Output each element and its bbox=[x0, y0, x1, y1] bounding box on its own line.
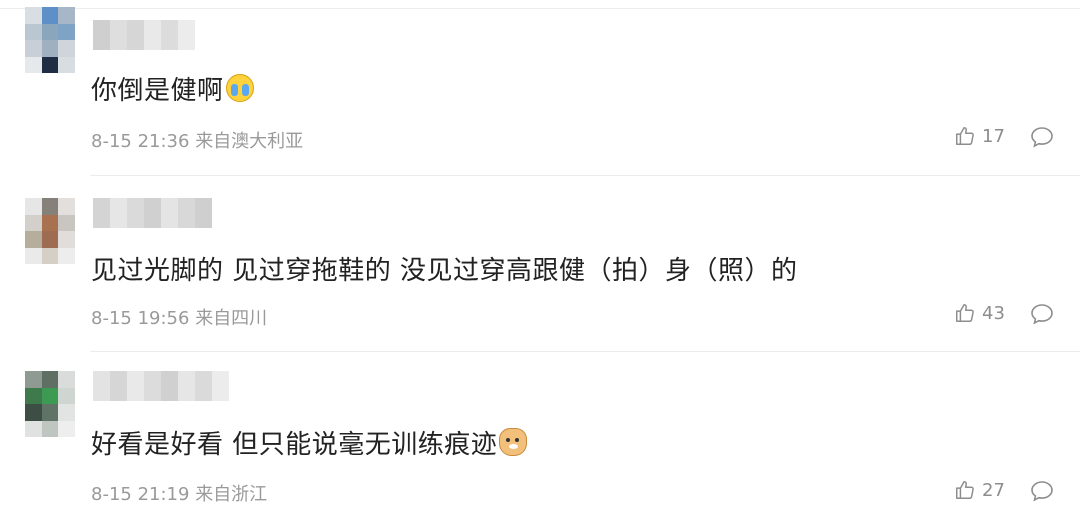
avatar-pixel bbox=[58, 247, 75, 264]
avatar-pixel bbox=[58, 56, 75, 73]
comment-text: 好看是好看 但只能说毫无训练痕迹 bbox=[91, 424, 528, 461]
username-blurred[interactable] bbox=[93, 371, 229, 401]
comment-text: 见过光脚的 见过穿拖鞋的 没见过穿高跟健（拍）身（照）的 bbox=[91, 250, 798, 287]
avatar[interactable] bbox=[25, 371, 75, 437]
username-pixel bbox=[93, 371, 110, 401]
avatar-pixel bbox=[41, 214, 59, 231]
username-pixel bbox=[93, 20, 110, 50]
avatar-pixel bbox=[58, 7, 75, 24]
username-pixel bbox=[127, 198, 144, 228]
avatar-pixel bbox=[41, 56, 59, 73]
username-pixel bbox=[127, 20, 144, 50]
comment-date: 8-15 21:19 bbox=[91, 484, 190, 505]
comment-item: 你倒是健啊 8-15 21:36 来自澳大利亚 17 bbox=[0, 0, 1080, 176]
comment-meta: 8-15 21:36 来自澳大利亚 bbox=[91, 127, 303, 153]
avatar-pixel bbox=[25, 231, 42, 248]
avatar-pixel bbox=[58, 420, 75, 437]
username-pixel bbox=[195, 371, 212, 401]
like-button[interactable]: 17 bbox=[954, 125, 1005, 147]
avatar[interactable] bbox=[25, 198, 75, 264]
comment-location: 来自澳大利亚 bbox=[195, 131, 304, 152]
comment-text-content: 你倒是健啊 bbox=[91, 76, 224, 106]
comment-item: 好看是好看 但只能说毫无训练痕迹 8-15 21:19 来自浙江 27 bbox=[0, 352, 1080, 528]
avatar-pixel bbox=[58, 198, 75, 215]
avatar-pixel bbox=[25, 23, 42, 40]
comment-location: 来自浙江 bbox=[195, 484, 268, 505]
avatar-pixel bbox=[58, 23, 75, 40]
avatar-pixel bbox=[58, 404, 75, 421]
comment-text-content: 好看是好看 但只能说毫无训练痕迹 bbox=[91, 430, 498, 460]
reply-bubble-icon[interactable] bbox=[1030, 480, 1054, 502]
avatar-pixel bbox=[58, 371, 75, 388]
avatar-pixel bbox=[41, 247, 59, 264]
username-pixel bbox=[144, 198, 161, 228]
username-pixel bbox=[195, 198, 212, 228]
comment-meta: 8-15 21:19 来自浙江 bbox=[91, 480, 267, 506]
username-pixel bbox=[110, 20, 127, 50]
username-pixel bbox=[144, 371, 161, 401]
reply-bubble-icon[interactable] bbox=[1030, 303, 1054, 325]
username-pixel bbox=[110, 198, 127, 228]
comment-text: 你倒是健啊 bbox=[91, 70, 254, 107]
avatar-pixel bbox=[41, 23, 59, 40]
comment-text-content: 见过光脚的 见过穿拖鞋的 没见过穿高跟健（拍）身（照）的 bbox=[91, 256, 798, 286]
avatar[interactable] bbox=[25, 7, 75, 73]
avatar-pixel bbox=[41, 231, 59, 248]
avatar-pixel bbox=[58, 40, 75, 57]
username-pixel bbox=[178, 20, 195, 50]
avatar-pixel bbox=[25, 371, 42, 388]
avatar-pixel bbox=[25, 420, 42, 437]
username-pixel bbox=[178, 198, 195, 228]
avatar-pixel bbox=[41, 371, 59, 388]
like-button[interactable]: 43 bbox=[954, 302, 1005, 324]
username-pixel bbox=[144, 20, 161, 50]
avatar-pixel bbox=[25, 387, 42, 404]
avatar-pixel bbox=[25, 198, 42, 215]
avatar-pixel bbox=[41, 420, 59, 437]
comment-item: 见过光脚的 见过穿拖鞋的 没见过穿高跟健（拍）身（照）的 8-15 19:56 … bbox=[0, 176, 1080, 352]
avatar-pixel bbox=[41, 198, 59, 215]
avatar-pixel bbox=[25, 7, 42, 24]
username-pixel bbox=[212, 371, 229, 401]
avatar-pixel bbox=[58, 231, 75, 248]
comment-date: 8-15 19:56 bbox=[91, 308, 190, 329]
like-button[interactable]: 27 bbox=[954, 479, 1005, 501]
comment-meta: 8-15 19:56 来自四川 bbox=[91, 304, 267, 330]
avatar-pixel bbox=[25, 247, 42, 264]
crying-face-icon bbox=[225, 74, 254, 102]
avatar-pixel bbox=[41, 40, 59, 57]
avatar-pixel bbox=[41, 7, 59, 24]
username-blurred[interactable] bbox=[93, 198, 212, 228]
username-pixel bbox=[93, 198, 110, 228]
username-pixel bbox=[161, 20, 178, 50]
username-blurred[interactable] bbox=[93, 20, 195, 50]
thumbs-up-icon bbox=[956, 304, 974, 322]
like-count: 27 bbox=[982, 479, 1005, 501]
like-count: 43 bbox=[982, 302, 1005, 324]
thumbs-up-icon bbox=[956, 481, 974, 499]
avatar-pixel bbox=[25, 214, 42, 231]
username-pixel bbox=[110, 371, 127, 401]
username-pixel bbox=[161, 198, 178, 228]
avatar-pixel bbox=[25, 56, 42, 73]
reply-bubble-icon[interactable] bbox=[1030, 126, 1054, 148]
thumbs-up-icon bbox=[956, 127, 974, 145]
avatar-pixel bbox=[41, 404, 59, 421]
doge-icon bbox=[499, 428, 528, 456]
like-count: 17 bbox=[982, 125, 1005, 147]
avatar-pixel bbox=[25, 40, 42, 57]
avatar-pixel bbox=[58, 387, 75, 404]
avatar-pixel bbox=[58, 214, 75, 231]
username-pixel bbox=[127, 371, 144, 401]
username-pixel bbox=[178, 371, 195, 401]
avatar-pixel bbox=[25, 404, 42, 421]
comment-date: 8-15 21:36 bbox=[91, 131, 190, 152]
comment-location: 来自四川 bbox=[195, 308, 268, 329]
avatar-pixel bbox=[41, 387, 59, 404]
username-pixel bbox=[161, 371, 178, 401]
